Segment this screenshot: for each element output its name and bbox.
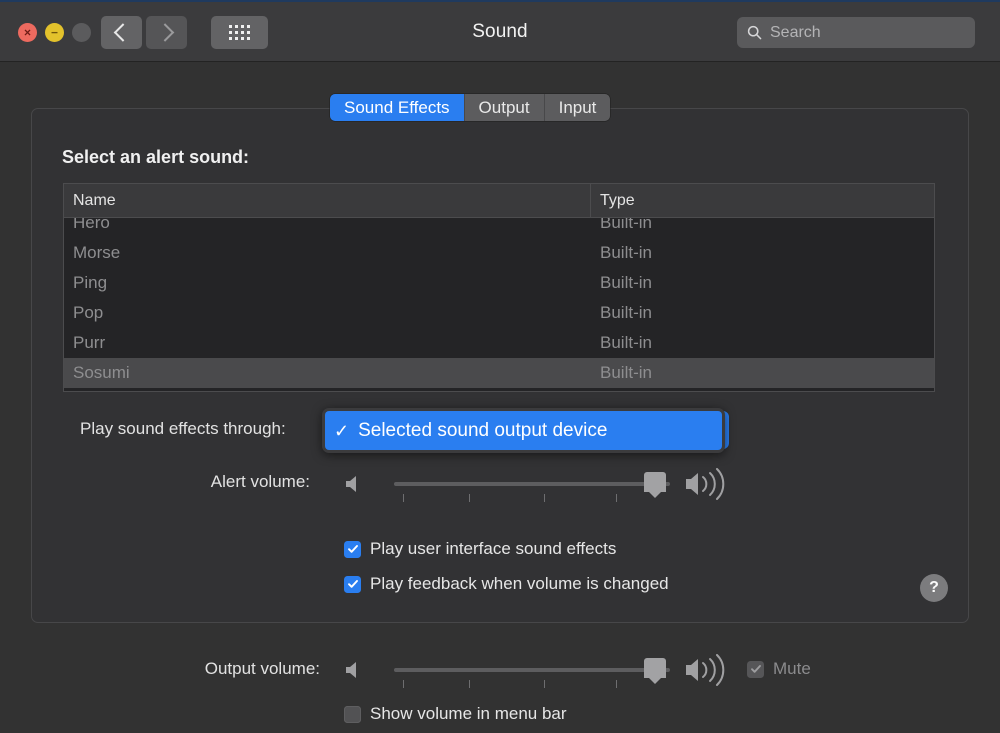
table-row[interactable]: Purr Built-in [64,328,934,358]
checkbox-ui-sound-effects[interactable] [344,540,361,558]
output-volume-label: Output volume: [204,659,320,678]
column-header-type[interactable]: Type [591,184,934,217]
search-field[interactable] [737,17,975,48]
tab-output[interactable]: Output [464,94,545,121]
help-icon: ? [929,579,939,596]
cell-type: Built-in [600,243,652,262]
checkbox-row-show-volume-menu-bar[interactable]: Show volume in menu bar [344,704,567,724]
select-alert-sound-label: Select an alert sound: [62,147,250,167]
tab-label: Output [478,97,530,117]
search-input[interactable] [770,23,950,42]
cell-name: Purr [73,333,106,352]
table-row-selected[interactable]: Sosumi Built-in [64,358,934,388]
output-volume-thumb[interactable] [644,658,666,684]
checkbox-mute[interactable] [747,660,764,678]
table-row[interactable]: Morse Built-in [64,238,934,268]
window-titlebar: × − Sound [0,2,1000,62]
speaker-muted-icon [346,476,356,492]
cell-name: Ping [73,273,108,292]
tab-input[interactable]: Input [544,94,611,121]
column-header-name[interactable]: Name [64,184,591,217]
table-row[interactable]: Ping Built-in [64,268,934,298]
sound-preferences-window: × − Sound Search Sound Effects Output In… [0,0,1000,733]
table-row[interactable]: Pop Built-in [64,298,934,328]
play-through-label: Play sound effects through: [80,419,286,438]
speaker-loud-icon [686,468,725,500]
speaker-muted-icon [346,662,356,678]
tab-sound-effects[interactable]: Sound Effects [330,94,465,121]
cell-type: Built-in [600,363,652,382]
play-through-popup-menu: ✓ Selected sound output device [322,408,725,453]
tab-label: Input [558,97,597,117]
checkbox-label: Show volume in menu bar [370,704,567,723]
table-row[interactable]: Hero Built-in [64,218,934,238]
cell-name: Pop [73,303,104,322]
checkbox-label: Play user interface sound effects [370,539,617,558]
cell-type: Built-in [600,273,652,292]
checkmark-icon [750,665,761,673]
speaker-loud-icon [686,654,725,686]
cell-type: Built-in [600,333,652,352]
checkbox-label: Play feedback when volume is changed [370,574,669,593]
checkmark-icon [347,545,358,553]
table-body: Hero Built-in Morse Built-in Ping Built-… [64,218,934,391]
search-icon [747,25,762,40]
help-button[interactable]: ? [920,574,948,602]
alert-sound-table[interactable]: Name Type Hero Built-in Morse Built-in P… [63,183,935,392]
cell-name: Morse [73,243,121,262]
cell-name: Hero [73,218,110,232]
cell-name: Sosumi [73,363,130,382]
checkmark-icon [347,580,358,588]
alert-volume-thumb[interactable] [644,472,666,498]
checkbox-row-ui-sound-effects[interactable]: Play user interface sound effects [344,539,616,559]
cell-type: Built-in [600,303,652,322]
alert-volume-slider[interactable] [394,482,670,486]
checkbox-row-mute[interactable]: Mute [747,659,811,679]
checkbox-row-volume-feedback[interactable]: Play feedback when volume is changed [344,574,669,594]
checkbox-show-volume-menu-bar[interactable] [344,705,361,723]
checkbox-label: Mute [773,659,811,678]
cell-type: Built-in [600,218,652,232]
output-volume-slider[interactable] [394,668,670,672]
checkmark-icon: ✓ [334,420,350,441]
table-header-row: Name Type [64,184,934,218]
alert-volume-label: Alert volume: [210,472,310,491]
menu-item-label: Selected sound output device [358,419,608,441]
tab-label: Sound Effects [344,97,450,117]
checkbox-volume-feedback[interactable] [344,575,361,593]
menu-item-selected-sound-output-device[interactable]: ✓ Selected sound output device [325,411,722,450]
tab-bar: Sound Effects Output Input [330,94,611,121]
